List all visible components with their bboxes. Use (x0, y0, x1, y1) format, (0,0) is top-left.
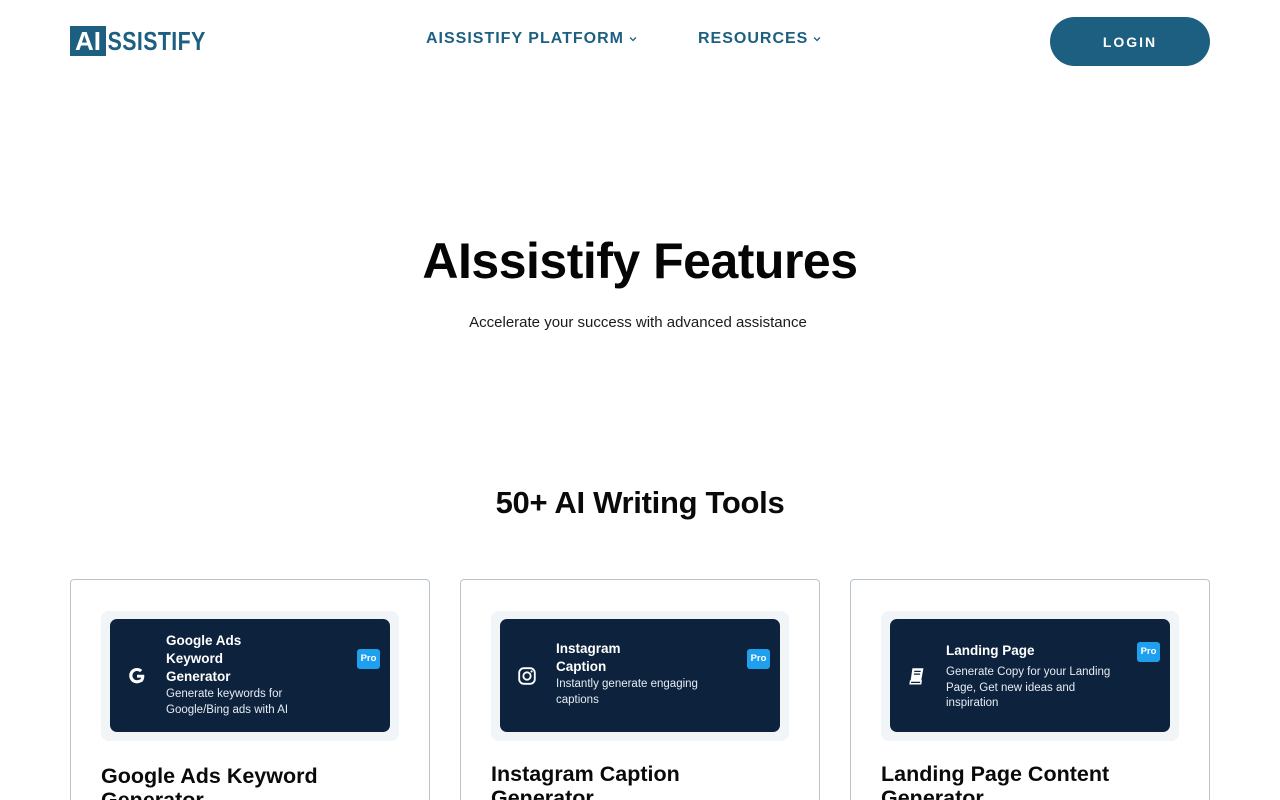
tool-thumbnail: Google Ads Keyword Generator Generate ke… (101, 611, 399, 741)
instagram-icon (518, 667, 536, 685)
tool-thumbnail-panel: Instagram Caption Instantly generate eng… (500, 619, 780, 732)
thumbnail-title: Instagram Caption (556, 641, 621, 674)
nav-resources-menu[interactable]: RESOURCES (698, 30, 822, 48)
thumbnail-title: Google Ads Keyword Generator (166, 633, 242, 684)
tool-thumbnail-panel: Google Ads Keyword Generator Generate ke… (110, 619, 390, 732)
tool-card-landing-page[interactable]: Landing Page Generate Copy for your Land… (850, 579, 1210, 800)
tool-card-title[interactable]: Landing Page Content Generator (881, 762, 1171, 800)
tools-section-title: 50+ AI Writing Tools (495, 485, 785, 520)
tool-thumbnail: Landing Page Generate Copy for your Land… (881, 611, 1179, 741)
thumbnail-description: Generate keywords for Google/Bing ads wi… (166, 688, 289, 716)
nav-platform-menu[interactable]: AISSISTIFY PLATFORM (426, 30, 638, 48)
tool-card-title[interactable]: Google Ads Keyword Generator (101, 764, 391, 800)
page-title: AIssistify Features (422, 233, 858, 289)
tool-card-title[interactable]: Instagram Caption Generator (491, 762, 781, 800)
login-button[interactable]: LOGIN (1050, 17, 1210, 66)
chevron-down-icon (813, 37, 821, 42)
logo-wordmark: SSISTIFY (107, 26, 206, 56)
page-subtitle: Accelerate your success with advanced as… (469, 314, 807, 331)
tool-card-instagram-caption[interactable]: Instagram Caption Instantly generate eng… (460, 579, 820, 800)
nav-platform-label: AISSISTIFY PLATFORM (426, 30, 624, 47)
pro-badge: Pro (357, 649, 380, 669)
book-icon (909, 668, 924, 685)
chevron-down-icon (629, 37, 637, 42)
tool-thumbnail-panel: Landing Page Generate Copy for your Land… (890, 619, 1170, 732)
thumbnail-description: Generate Copy for your Landing Page, Get… (946, 666, 1111, 709)
logo[interactable]: AI SSISTIFY (70, 26, 228, 56)
pro-badge: Pro (1137, 642, 1160, 662)
pro-badge: Pro (747, 649, 770, 669)
tool-card-google-ads[interactable]: Google Ads Keyword Generator Generate ke… (70, 579, 430, 800)
thumbnail-title: Landing Page (946, 643, 1035, 658)
thumbnail-description: Instantly generate engaging captions (556, 678, 698, 706)
google-icon (129, 668, 145, 684)
tool-thumbnail: Instagram Caption Instantly generate eng… (491, 611, 789, 741)
site-header: AI SSISTIFY AISSISTIFY PLATFORM RESOURCE… (0, 0, 1280, 84)
nav-resources-label: RESOURCES (698, 30, 809, 47)
logo-mark: AI (70, 26, 106, 56)
